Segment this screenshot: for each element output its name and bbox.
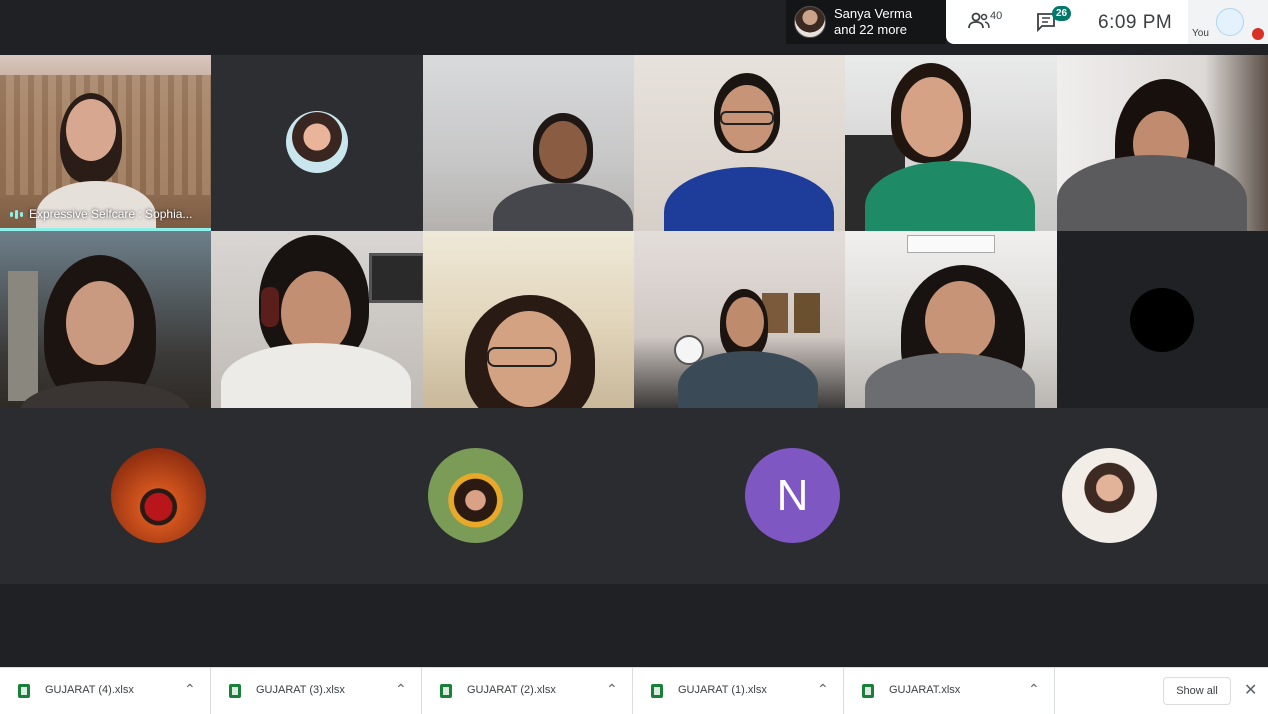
- presenter-more: and 22 more: [834, 22, 907, 37]
- spreadsheet-icon: [18, 684, 30, 698]
- video-tile-4[interactable]: [634, 55, 845, 231]
- video-tile-8[interactable]: [211, 231, 423, 408]
- video-tile-3[interactable]: [423, 55, 634, 231]
- download-filename: GUJARAT (2).xlsx: [467, 684, 556, 696]
- video-tile-6[interactable]: [1057, 55, 1268, 231]
- video-tile-5[interactable]: [845, 55, 1057, 231]
- participant-avatar-black: [1130, 288, 1194, 352]
- chevron-up-icon[interactable]: ⌃: [606, 681, 618, 698]
- self-view[interactable]: You: [1188, 0, 1268, 44]
- chevron-up-icon[interactable]: ⌃: [395, 681, 407, 698]
- avatar-letter: N: [776, 470, 809, 520]
- show-all-button[interactable]: Show all: [1163, 677, 1231, 705]
- self-logo: [1216, 8, 1244, 36]
- presenter-name: Sanya Verma: [834, 6, 913, 21]
- video-tile-active-speaker[interactable]: Expressive Selfcare : Sophia...: [0, 55, 211, 231]
- participant-avatar-garden[interactable]: [428, 448, 523, 543]
- downloads-bar: GUJARAT (4).xlsx ⌃ GUJARAT (3).xlsx ⌃ GU…: [0, 667, 1268, 714]
- speaker-name-label: Expressive Selfcare : Sophia...: [10, 207, 192, 221]
- chevron-up-icon[interactable]: ⌃: [1028, 681, 1040, 698]
- avatar-row: N: [0, 408, 1268, 584]
- chevron-up-icon[interactable]: ⌃: [817, 681, 829, 698]
- presenter-avatar: [794, 6, 826, 38]
- speaking-indicator-icon: [10, 209, 23, 219]
- video-tile-11[interactable]: [845, 231, 1057, 408]
- download-item[interactable]: GUJARAT.xlsx ⌃: [844, 668, 1055, 714]
- air-conditioner: [907, 235, 995, 253]
- download-item[interactable]: GUJARAT (3).xlsx ⌃: [211, 668, 422, 714]
- download-filename: GUJARAT (4).xlsx: [45, 684, 134, 696]
- glasses: [720, 111, 774, 125]
- wall-frame: [794, 293, 820, 333]
- spreadsheet-icon: [229, 684, 241, 698]
- self-label: You: [1192, 28, 1209, 39]
- chat-button[interactable]: 26: [1036, 6, 1076, 34]
- meeting-toolbar: 40 26 6:09 PM You: [946, 0, 1268, 44]
- video-tile-avatar-2[interactable]: [211, 55, 423, 231]
- people-icon: [968, 12, 990, 29]
- speaker-name: Expressive Selfcare : Sophia...: [29, 207, 193, 221]
- participant-avatar-letter[interactable]: N: [745, 448, 840, 543]
- spreadsheet-icon: [651, 684, 663, 698]
- video-tile-12[interactable]: [1057, 231, 1268, 408]
- glasses: [487, 347, 557, 367]
- video-tile-9[interactable]: [423, 231, 634, 408]
- participant-avatar-portrait[interactable]: [1062, 448, 1157, 543]
- download-filename: GUJARAT (1).xlsx: [678, 684, 767, 696]
- participants-button[interactable]: 40: [968, 10, 1008, 34]
- video-tile-10[interactable]: [634, 231, 845, 408]
- close-icon[interactable]: ✕: [1244, 680, 1257, 700]
- chat-badge: 26: [1052, 6, 1072, 21]
- spreadsheet-icon: [862, 684, 874, 698]
- mic-off-icon: [1252, 28, 1264, 40]
- headphones: [261, 287, 279, 327]
- tv-screen: [369, 253, 423, 303]
- chevron-up-icon[interactable]: ⌃: [184, 681, 196, 698]
- download-item[interactable]: GUJARAT (4).xlsx ⌃: [0, 668, 211, 714]
- download-filename: GUJARAT (3).xlsx: [256, 684, 345, 696]
- participant-avatar-autumn[interactable]: [111, 448, 206, 543]
- video-tile-7[interactable]: [0, 231, 211, 408]
- download-filename: GUJARAT.xlsx: [889, 684, 961, 696]
- presenter-chip[interactable]: Sanya Verma and 22 more: [786, 0, 946, 44]
- door-frame: [8, 271, 38, 401]
- participants-count: 40: [990, 10, 1003, 22]
- download-item[interactable]: GUJARAT (1).xlsx ⌃: [633, 668, 844, 714]
- spreadsheet-icon: [440, 684, 452, 698]
- participant-avatar: [286, 111, 348, 173]
- clock: 6:09 PM: [1098, 12, 1173, 33]
- download-item[interactable]: GUJARAT (2).xlsx ⌃: [422, 668, 633, 714]
